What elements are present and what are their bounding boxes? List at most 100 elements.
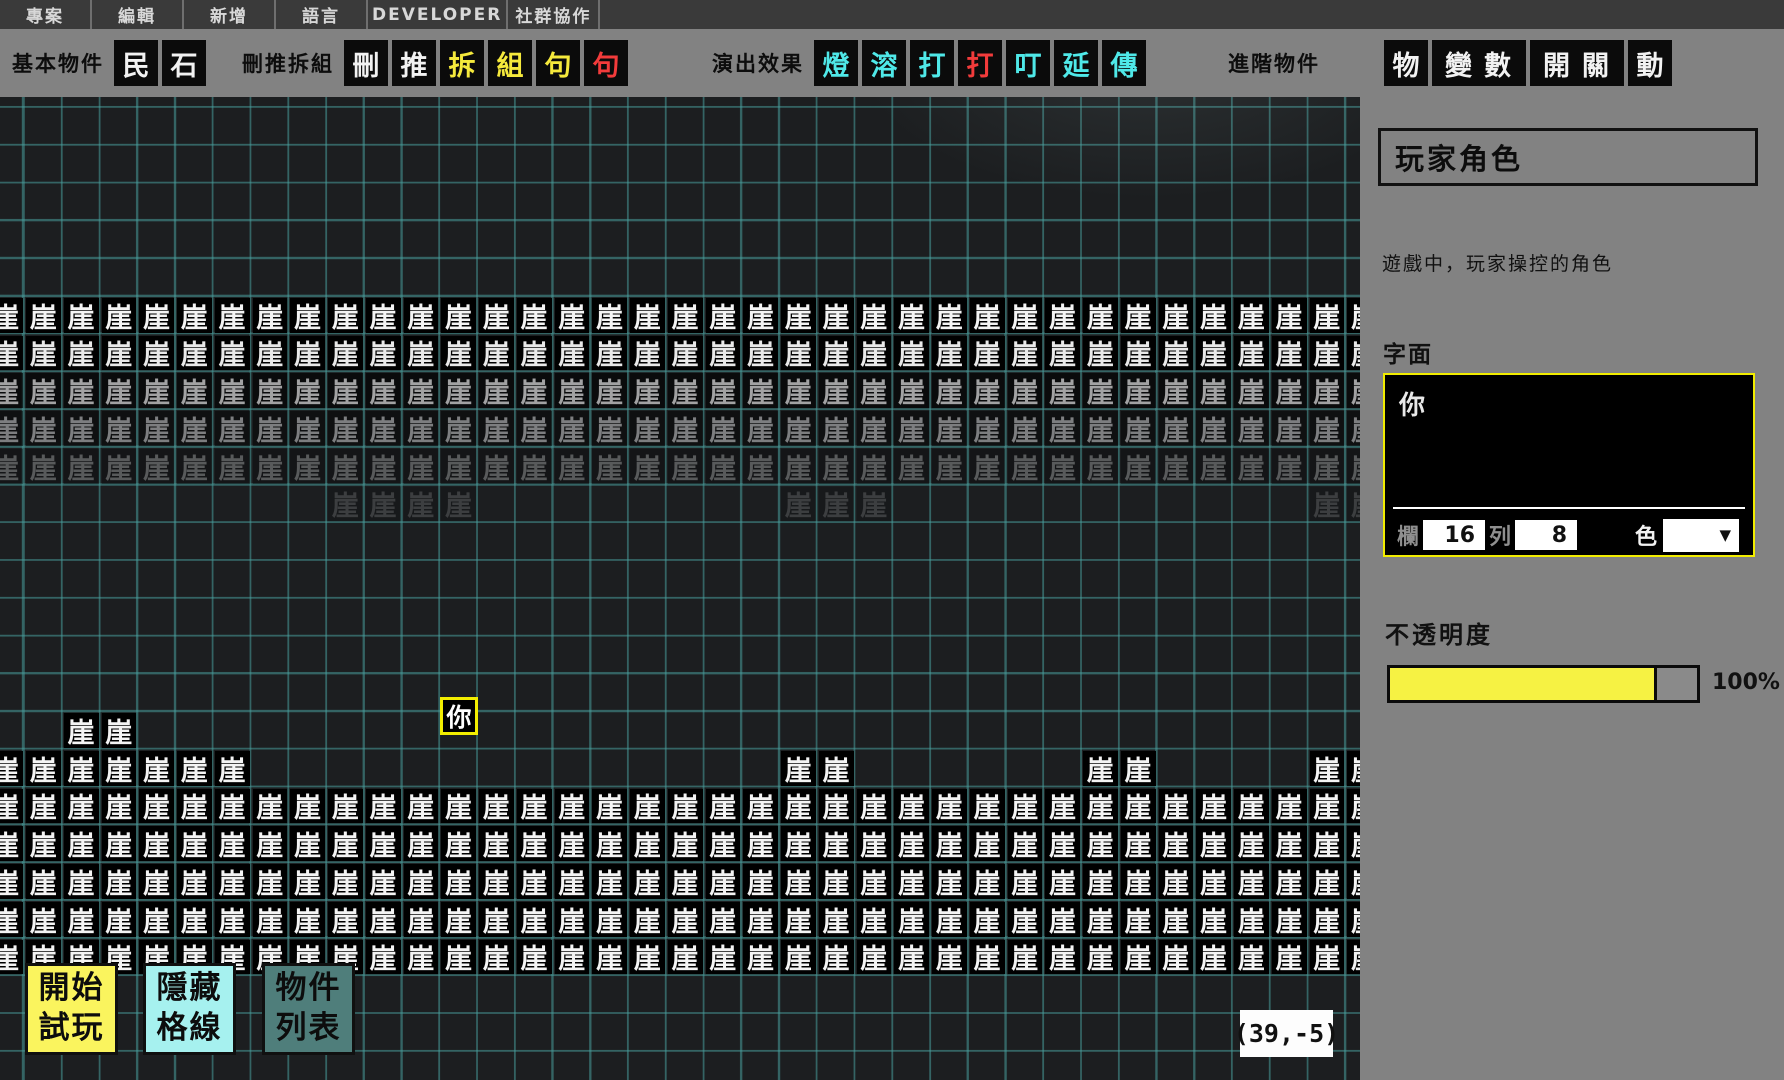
map-tile[interactable]: 崖 [139,449,174,484]
map-tile[interactable]: 崖 [1272,940,1307,975]
map-tile[interactable]: 崖 [1234,789,1269,824]
map-tile[interactable]: 崖 [102,751,137,786]
map-tile[interactable]: 崖 [290,373,325,408]
map-tile[interactable]: 崖 [0,411,23,446]
map-tile[interactable]: 崖 [328,864,363,899]
tool-button-物[interactable]: 物 [1384,40,1428,86]
map-tile[interactable]: 崖 [743,298,778,333]
tool-button-動[interactable]: 動 [1628,40,1672,86]
map-tile[interactable]: 崖 [970,789,1005,824]
map-tile[interactable]: 崖 [1083,751,1118,786]
map-tile[interactable]: 崖 [1196,826,1231,861]
map-tile[interactable]: 崖 [932,298,967,333]
map-tile[interactable]: 崖 [328,789,363,824]
map-tile[interactable]: 崖 [781,449,816,484]
map-tile[interactable]: 崖 [328,487,363,522]
map-tile[interactable]: 崖 [1310,902,1345,937]
map-tile[interactable]: 崖 [26,449,61,484]
tool-button-組[interactable]: 組 [488,40,532,86]
map-tile[interactable]: 崖 [1083,789,1118,824]
map-tile[interactable]: 崖 [630,449,665,484]
map-tile[interactable]: 崖 [970,298,1005,333]
map-tile[interactable]: 崖 [894,789,929,824]
map-tile[interactable]: 崖 [706,902,741,937]
map-tile[interactable]: 崖 [1083,336,1118,371]
map-tile[interactable]: 崖 [290,864,325,899]
tool-button-燈[interactable]: 燈 [814,40,858,86]
tool-button-推[interactable]: 推 [392,40,436,86]
map-tile[interactable]: 崖 [1121,373,1156,408]
map-tile[interactable]: 崖 [706,336,741,371]
map-tile[interactable]: 崖 [1272,373,1307,408]
map-tile[interactable]: 崖 [1083,298,1118,333]
map-tile[interactable]: 崖 [630,336,665,371]
map-tile[interactable]: 崖 [1310,411,1345,446]
map-tile[interactable]: 崖 [64,902,99,937]
object-name-input[interactable]: 玩家角色 [1378,128,1758,186]
map-tile[interactable]: 崖 [668,789,703,824]
map-tile[interactable]: 崖 [1347,411,1360,446]
map-tile[interactable]: 崖 [1045,336,1080,371]
map-tile[interactable]: 崖 [1159,789,1194,824]
map-tile[interactable]: 崖 [781,487,816,522]
map-tile[interactable]: 崖 [404,902,439,937]
tool-button-打[interactable]: 打 [958,40,1002,86]
map-tile[interactable]: 崖 [177,298,212,333]
map-tile[interactable]: 崖 [1234,298,1269,333]
map-tile[interactable]: 崖 [1234,373,1269,408]
map-tile[interactable]: 崖 [819,789,854,824]
map-tile[interactable]: 崖 [1121,902,1156,937]
columns-input[interactable]: 16 [1423,520,1485,550]
map-tile[interactable]: 崖 [592,449,627,484]
tool-button-叮[interactable]: 叮 [1006,40,1050,86]
map-tile[interactable]: 崖 [743,826,778,861]
map-tile[interactable]: 崖 [555,789,590,824]
map-tile[interactable]: 崖 [1234,336,1269,371]
map-tile[interactable]: 崖 [1196,411,1231,446]
map-tile[interactable]: 崖 [894,864,929,899]
map-tile[interactable]: 崖 [894,373,929,408]
map-tile[interactable]: 崖 [441,373,476,408]
map-tile[interactable]: 崖 [1272,789,1307,824]
map-tile[interactable]: 崖 [592,902,627,937]
map-tile[interactable]: 崖 [290,826,325,861]
map-tile[interactable]: 崖 [139,902,174,937]
map-tile[interactable]: 崖 [1234,864,1269,899]
map-tile[interactable]: 崖 [555,373,590,408]
map-tile[interactable]: 崖 [517,789,552,824]
map-tile[interactable]: 崖 [441,449,476,484]
tool-button-延[interactable]: 延 [1054,40,1098,86]
map-tile[interactable]: 崖 [819,411,854,446]
map-tile[interactable]: 崖 [290,789,325,824]
map-tile[interactable]: 崖 [555,411,590,446]
map-tile[interactable]: 崖 [857,298,892,333]
map-tile[interactable]: 崖 [517,298,552,333]
map-tile[interactable]: 崖 [253,789,288,824]
map-tile[interactable]: 崖 [215,864,250,899]
map-tile[interactable]: 崖 [592,940,627,975]
map-tile[interactable]: 崖 [1083,411,1118,446]
map-tile[interactable]: 崖 [781,298,816,333]
map-tile[interactable]: 崖 [592,826,627,861]
map-tile[interactable]: 崖 [668,411,703,446]
map-tile[interactable]: 崖 [517,826,552,861]
map-tile[interactable]: 崖 [1196,336,1231,371]
tool-button-刪[interactable]: 刪 [344,40,388,86]
map-canvas[interactable]: 崖崖崖崖崖崖崖崖崖崖崖崖崖崖崖崖崖崖崖崖崖崖崖崖崖崖崖崖崖崖崖崖崖崖崖崖崖崖崖崖… [0,97,1360,1080]
map-tile[interactable]: 崖 [781,751,816,786]
map-tile[interactable]: 崖 [857,373,892,408]
map-tile[interactable]: 崖 [26,826,61,861]
map-tile[interactable]: 崖 [1045,789,1080,824]
map-tile[interactable]: 崖 [1310,826,1345,861]
map-tile[interactable]: 崖 [555,940,590,975]
map-tile[interactable]: 崖 [177,336,212,371]
map-tile[interactable]: 崖 [819,864,854,899]
map-tile[interactable]: 崖 [64,411,99,446]
map-tile[interactable]: 崖 [743,940,778,975]
map-tile[interactable]: 崖 [479,864,514,899]
map-tile[interactable]: 崖 [630,411,665,446]
map-tile[interactable]: 崖 [139,298,174,333]
map-tile[interactable]: 崖 [1272,411,1307,446]
map-tile[interactable]: 崖 [1083,940,1118,975]
map-tile[interactable]: 崖 [630,373,665,408]
